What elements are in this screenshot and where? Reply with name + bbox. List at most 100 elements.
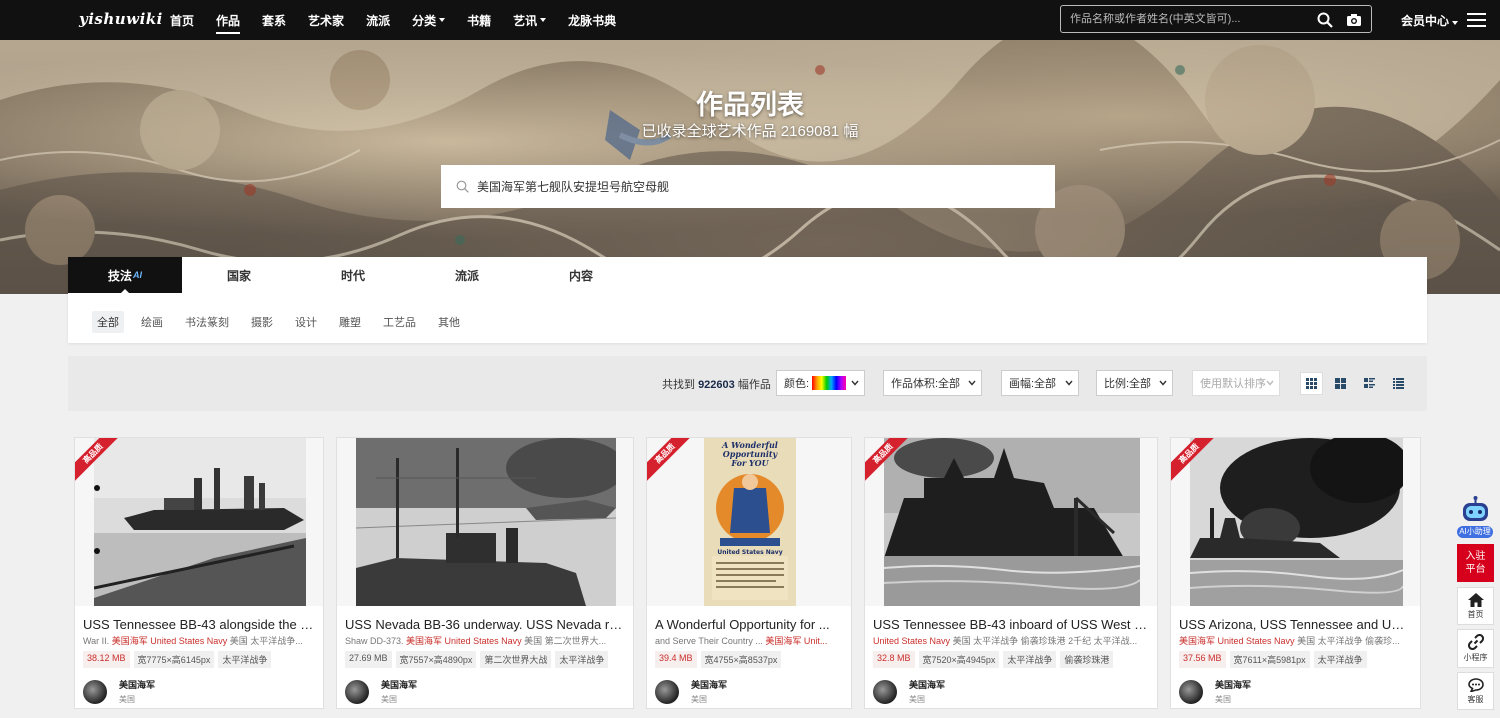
size-filter-select[interactable]: 作品体积:全部 [883, 370, 982, 396]
hero-search-input[interactable] [441, 165, 1055, 208]
view-grid-large-button[interactable] [1329, 372, 1352, 395]
hamburger-menu-icon[interactable] [1467, 13, 1486, 27]
author-name[interactable]: 美国海军 [691, 678, 727, 691]
avatar[interactable] [1179, 679, 1203, 704]
topic-tag[interactable]: 太平洋战争 [218, 651, 272, 668]
avatar[interactable] [655, 679, 679, 704]
top-navbar: yishuwiki 首页 作品 套系 艺术家 流派 分类 书籍 艺讯 龙脉书典 … [0, 0, 1500, 40]
author-name[interactable]: 美国海军 [909, 678, 945, 691]
topic-tag[interactable]: 太平洋战争 [555, 651, 609, 668]
artwork-description: and Serve Their Country ... 美国海军 Unit... [655, 636, 828, 646]
nav-item-news[interactable]: 艺讯 [513, 0, 547, 40]
subcat-crafts[interactable]: 工艺品 [378, 311, 421, 333]
artwork-card[interactable]: 高品质 USS Tennessee BB-43 alongside the s.… [74, 437, 324, 709]
view-detail-list-button[interactable] [1358, 372, 1381, 395]
artwork-card[interactable]: A Wonderful Opportunity For YOU United S… [646, 437, 852, 709]
poster-line-3: For YOU [730, 458, 769, 468]
artwork-title[interactable]: USS Tennessee BB-43 alongside the s... [83, 617, 315, 632]
topic-tag[interactable]: 太平洋战争 [1003, 651, 1057, 668]
subcat-sculpture[interactable]: 雕塑 [334, 311, 366, 333]
author-name[interactable]: 美国海军 [119, 678, 155, 691]
subcat-photography[interactable]: 摄影 [246, 311, 278, 333]
view-grid-small-button[interactable] [1300, 372, 1323, 395]
quality-ribbon: 高品质 [865, 438, 909, 482]
chevron-down-icon [439, 18, 446, 22]
artwork-title[interactable]: A Wonderful Opportunity for ... [655, 617, 843, 632]
artwork-card[interactable]: 高品质 USS Arizona, USS Tennessee and USS .… [1170, 437, 1421, 709]
filter-tabs: 技法 AI 国家 时代 流派 内容 [68, 257, 1427, 294]
nav-item-books[interactable]: 书籍 [467, 0, 491, 40]
camera-icon[interactable] [1346, 12, 1362, 28]
artwork-thumbnail[interactable]: 高品质 [865, 438, 1157, 606]
topic-tag[interactable]: 太平洋战争 [1313, 651, 1367, 668]
top-search-input[interactable] [1061, 13, 1301, 25]
dimension-tag: 宽4755×高8537px [700, 651, 782, 668]
artwork-author[interactable]: 美国海军 美国 [83, 678, 155, 705]
tab-country[interactable]: 国家 [182, 257, 296, 293]
subcat-calligraphy[interactable]: 书法篆刻 [180, 311, 234, 333]
frame-filter-select[interactable]: 画幅:全部 [1001, 370, 1079, 396]
topic-tag[interactable]: 偷袭珍珠港 [1060, 651, 1114, 668]
artwork-description: Shaw DD-373. 美国海军 United States Navy 美国 … [345, 636, 607, 646]
nav-item-artists[interactable]: 艺术家 [308, 0, 344, 40]
hero-banner: 作品列表 已收录全球艺术作品 2169081 幅 [0, 40, 1500, 294]
rail-home-button[interactable]: 首页 [1457, 587, 1494, 625]
results-filter-bar: 共找到 922603 幅作品 颜色: 作品体积:全部 画幅:全部 比例:全部 使… [68, 356, 1427, 411]
dimension-tag: 宽7520×高4945px [918, 651, 1000, 668]
author-country: 美国 [691, 695, 707, 704]
subcat-other[interactable]: 其他 [433, 311, 465, 333]
nav-item-schools[interactable]: 流派 [366, 0, 390, 40]
artwork-thumbnail[interactable]: 高品质 [75, 438, 323, 606]
nav-item-series[interactable]: 套系 [262, 0, 286, 40]
filesize-tag: 37.56 MB [1179, 651, 1226, 668]
poster-wonderful-opportunity: A Wonderful Opportunity For YOU United S… [704, 438, 796, 606]
tab-content[interactable]: 内容 [524, 257, 638, 293]
quality-ribbon: 高品质 [1171, 438, 1215, 482]
artwork-author[interactable]: 美国海军 美国 [345, 678, 417, 705]
member-center-menu[interactable]: 会员中心 [1401, 12, 1459, 29]
subcat-all[interactable]: 全部 [92, 311, 124, 333]
nav-item-works[interactable]: 作品 [216, 0, 241, 40]
artwork-card[interactable]: USS Nevada BB-36 underway. USS Nevada re… [336, 437, 634, 709]
nav-item-home[interactable]: 首页 [170, 0, 194, 40]
artwork-title[interactable]: USS Arizona, USS Tennessee and USS ... [1179, 617, 1412, 632]
nav-item-longmai[interactable]: 龙脉书典 [568, 0, 616, 40]
page-subtitle: 已收录全球艺术作品 2169081 幅 [641, 123, 859, 140]
artwork-author[interactable]: 美国海军 美国 [655, 678, 727, 705]
subcat-painting[interactable]: 绘画 [136, 311, 168, 333]
tab-era[interactable]: 时代 [296, 257, 410, 293]
avatar[interactable] [873, 679, 897, 704]
tab-technique[interactable]: 技法 AI [68, 257, 182, 294]
author-name[interactable]: 美国海军 [381, 678, 417, 691]
artwork-card[interactable]: 高品质 USS Tennessee BB-43 inboard of USS W… [864, 437, 1158, 709]
avatar[interactable] [345, 679, 369, 704]
search-icon[interactable] [1317, 12, 1333, 28]
artwork-thumbnail[interactable] [337, 438, 633, 606]
topic-tag[interactable]: 第二次世界大战 [480, 651, 552, 668]
color-filter-select[interactable]: 颜色: [776, 370, 865, 396]
nav-item-categories[interactable]: 分类 [412, 0, 446, 40]
sort-select[interactable]: 使用默认排序 [1192, 370, 1280, 396]
artwork-author[interactable]: 美国海军 美国 [1179, 678, 1251, 705]
ai-assistant-label[interactable]: AI小助理 [1457, 526, 1493, 538]
artwork-title[interactable]: USS Tennessee BB-43 inboard of USS West … [873, 617, 1149, 632]
artwork-title[interactable]: USS Nevada BB-36 underway. USS Nevada re… [345, 617, 625, 632]
artwork-author[interactable]: 美国海军 美国 [873, 678, 945, 705]
dimension-tag: 宽7775×高6145px [133, 651, 215, 668]
rail-mini-program-button[interactable]: 小程序 [1457, 629, 1494, 668]
chevron-down-icon [1159, 380, 1167, 386]
grid-large-icon [1335, 378, 1346, 389]
artwork-thumbnail[interactable]: 高品质 [1171, 438, 1420, 606]
author-name[interactable]: 美国海军 [1215, 678, 1251, 691]
detail-list-icon [1364, 378, 1375, 388]
join-platform-button[interactable]: 入驻 平台 [1457, 544, 1494, 582]
tab-school[interactable]: 流派 [410, 257, 524, 293]
site-logo[interactable]: yishuwiki [79, 10, 163, 28]
rail-customer-service-button[interactable]: 客服 [1457, 672, 1494, 710]
filesize-tag: 27.69 MB [345, 651, 392, 668]
ratio-filter-select[interactable]: 比例:全部 [1096, 370, 1173, 396]
view-list-button[interactable] [1387, 372, 1410, 395]
artwork-thumbnail[interactable]: A Wonderful Opportunity For YOU United S… [647, 438, 851, 606]
subcat-design[interactable]: 设计 [290, 311, 322, 333]
avatar[interactable] [83, 679, 107, 704]
